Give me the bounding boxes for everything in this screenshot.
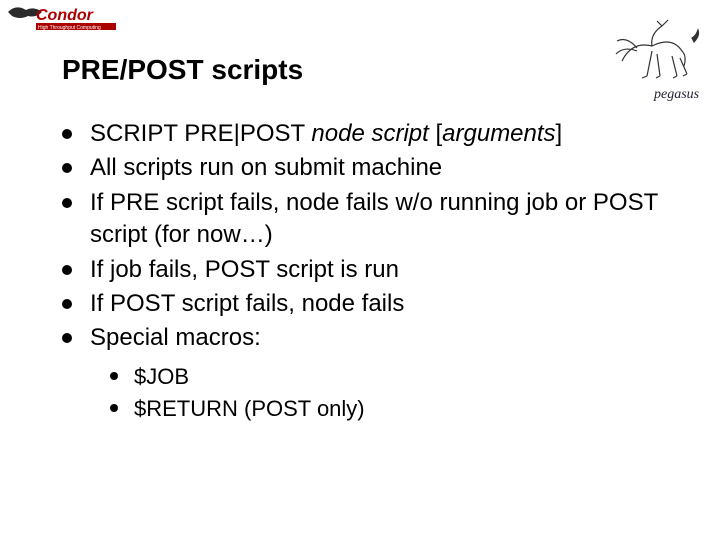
condor-logo-text: Condor [36, 7, 94, 24]
bullet-text: If job fails, POST script is run [90, 256, 399, 283]
pegasus-logo-text: pegasus [653, 87, 700, 102]
bullet-text: arguments [442, 120, 555, 147]
condor-logo-subtext: High Throughput Computing [38, 25, 101, 31]
bullet-list: SCRIPT PRE|POST node script [arguments] A… [62, 118, 680, 355]
bullet-item: If job fails, POST script is run [62, 254, 680, 286]
bullet-text: If PRE script fails, node fails w/o runn… [90, 189, 658, 248]
sub-bullet-list: $JOB$RETURN (POST only) [110, 361, 680, 425]
bullet-text: Special macros: [90, 324, 261, 351]
bullet-item: Special macros: [62, 322, 680, 354]
bullet-text: node script [311, 120, 435, 147]
sub-bullet-item: $JOB [110, 361, 680, 393]
sub-bullet-item: $RETURN (POST only) [110, 393, 680, 425]
bullet-text: ] [556, 120, 563, 147]
bullet-text: All scripts run on submit machine [90, 154, 442, 181]
bullet-item: If PRE script fails, node fails w/o runn… [62, 187, 680, 252]
slide-content: SCRIPT PRE|POST node script [arguments] A… [62, 118, 680, 425]
bullet-text: If POST script fails, node fails [90, 290, 404, 317]
bullet-item: SCRIPT PRE|POST node script [arguments] [62, 118, 680, 150]
condor-logo: Condor High Throughput Computing [6, 2, 126, 34]
bullet-item: If POST script fails, node fails [62, 288, 680, 320]
pegasus-logo: pegasus [602, 6, 712, 106]
bullet-item: All scripts run on submit machine [62, 152, 680, 184]
bullet-text: SCRIPT PRE|POST [90, 120, 311, 147]
slide-title: PRE/POST scripts [62, 54, 303, 86]
